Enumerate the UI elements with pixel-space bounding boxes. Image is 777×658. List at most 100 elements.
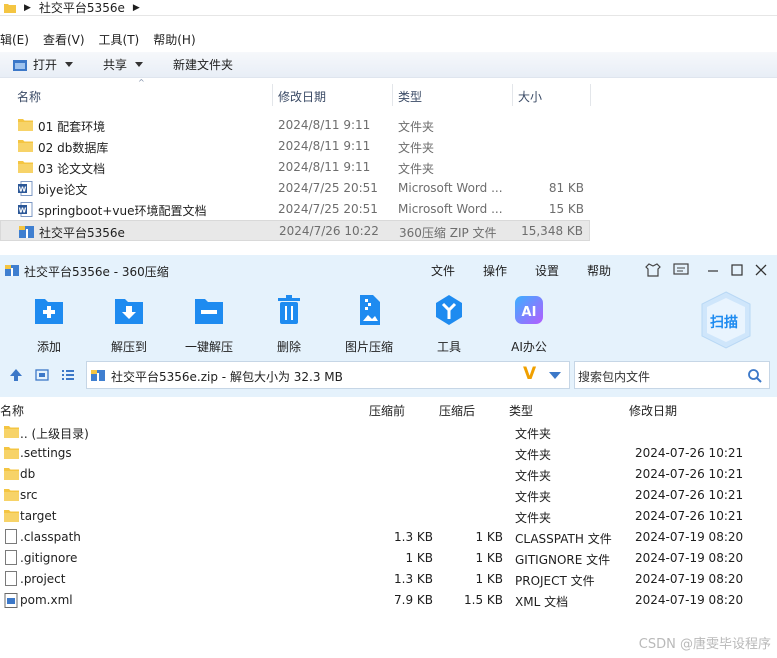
share-label: 共享 [103, 58, 128, 72]
open-label: 打开 [33, 58, 58, 72]
column-after[interactable]: 压缩后 [439, 402, 475, 419]
row-type: Microsoft Word ... [398, 202, 503, 216]
minimize-icon[interactable] [706, 263, 720, 277]
up-arrow-icon[interactable] [9, 368, 23, 382]
image-compress-label: 图片压缩 [344, 340, 393, 354]
column-type[interactable]: 类型 [509, 402, 533, 419]
folder-icon [4, 425, 19, 438]
image-compress-button[interactable]: 图片压缩 [334, 293, 404, 354]
feedback-icon[interactable] [673, 263, 689, 277]
archive-row-type: 文件夹 [515, 448, 552, 462]
archive-row-type: 文件夹 [515, 490, 552, 504]
archive-row-name: db [20, 467, 36, 481]
menu-settings[interactable]: 设置 [535, 262, 559, 279]
explorer-row[interactable]: 社交平台5356e 2024/7/26 10:22 360压缩 ZIP 文件 15,3… [0, 220, 590, 241]
address-bar[interactable]: ▶ 社交平台5356e ▶ [0, 0, 777, 16]
menu-view[interactable]: 查看(V) [43, 31, 85, 48]
new-folder-button[interactable]: 新建文件夹 [173, 56, 233, 73]
path-field[interactable]: 社交平台5356e.zip - 解包大小为 32.3 MB V [86, 361, 570, 389]
add-icon [35, 299, 63, 324]
tools-button[interactable]: 工具 [414, 293, 484, 354]
row-type: 文件夹 [398, 120, 435, 134]
explorer-row[interactable]: 01 配套环境 2024/8/11 9:11 文件夹 [0, 115, 590, 136]
column-size[interactable]: 大小 [518, 88, 542, 105]
path-text: 社交平台5356e.zip - 解包大小为 32.3 MB [111, 370, 343, 384]
scan-button[interactable]: 扫描 [698, 290, 754, 350]
archive-row-before: 1.3 KB [394, 572, 433, 586]
row-type: 文件夹 [398, 162, 435, 176]
explorer-row[interactable]: 03 论文文档 2024/8/11 9:11 文件夹 [0, 157, 590, 178]
menu-bar: 辑(E) 查看(V) 工具(T) 帮助(H) [0, 28, 210, 50]
column-before[interactable]: 压缩前 [369, 402, 405, 419]
breadcrumb[interactable]: 社交平台5356e [39, 0, 125, 16]
menu-tools[interactable]: 工具(T) [99, 31, 140, 48]
explorer-row[interactable]: Wspringboot+vue环境配置文档 2024/7/25 20:51 Micr… [0, 199, 590, 220]
chevron-down-icon [135, 62, 144, 67]
archive-row-name: .. (上级目录) [20, 427, 89, 441]
archive-row-type: PROJECT 文件 [515, 574, 595, 588]
file-icon [5, 571, 17, 586]
menu-help[interactable]: 帮助(H) [153, 31, 195, 48]
archive-row[interactable]: target 文件夹 2024-07-26 10:21 [0, 506, 777, 527]
archive-row-type: 文件夹 [515, 469, 552, 483]
menu-edit[interactable]: 辑(E) [0, 31, 29, 48]
archive-row-date: 2024-07-26 10:21 [635, 467, 744, 481]
add-label: 添加 [36, 340, 61, 354]
archive-row-name: .project [20, 572, 66, 586]
ai-office-button[interactable]: AI AI办公 [494, 293, 564, 354]
folder-icon [4, 467, 19, 480]
path-bar: 社交平台5356e.zip - 解包大小为 32.3 MB V 搜索包内文件 [0, 355, 777, 397]
zip-archive-icon [91, 370, 105, 381]
delete-button[interactable]: 删除 [254, 293, 324, 354]
close-icon[interactable] [754, 263, 768, 277]
archive-row[interactable]: pom.xml 7.9 KB 1.5 KB XML 文档 2024-07-19 08:2… [0, 590, 777, 611]
column-header: 名称 ^ 修改日期 类型 大小 [0, 78, 777, 106]
archive-row[interactable]: .classpath 1.3 KB 1 KB CLASSPATH 文件 2024-07-… [0, 527, 777, 548]
explorer-row[interactable]: 02 db数据库 2024/8/11 9:11 文件夹 [0, 136, 590, 157]
menu-file[interactable]: 文件 [431, 262, 455, 279]
row-type: Microsoft Word ... [398, 181, 503, 195]
share-button[interactable]: 共享 [103, 56, 144, 73]
open-button[interactable]: 打开 [12, 56, 74, 73]
extract-to-button[interactable]: 解压到 [94, 293, 164, 354]
menu-operate[interactable]: 操作 [483, 262, 507, 279]
thumbnail-view-icon[interactable] [35, 368, 49, 382]
archive-row[interactable]: .gitignore 1 KB 1 KB GITIGNORE 文件 2024-07-19… [0, 548, 777, 569]
archive-row[interactable]: .. (上级目录) 文件夹 [0, 422, 777, 443]
row-name: 社交平台5356e [39, 226, 125, 240]
search-input[interactable]: 搜索包内文件 [574, 361, 770, 389]
zip-archive-icon [5, 265, 19, 276]
archive-row-name: pom.xml [20, 593, 73, 607]
column-name[interactable]: 名称 [0, 402, 24, 419]
column-name[interactable]: 名称 [17, 88, 41, 105]
list-view-icon[interactable] [61, 368, 75, 382]
folder-icon [4, 446, 19, 459]
column-type[interactable]: 类型 [398, 88, 422, 105]
svg-text:W: W [19, 207, 27, 215]
archive-row[interactable]: db 文件夹 2024-07-26 10:21 [0, 464, 777, 485]
maximize-icon[interactable] [730, 263, 744, 277]
menu-help[interactable]: 帮助 [587, 262, 611, 279]
archive-row-type: GITIGNORE 文件 [515, 553, 611, 567]
v-badge-icon[interactable]: V [523, 364, 536, 384]
archive-row[interactable]: .project 1.3 KB 1 KB PROJECT 文件 2024-07-19 0… [0, 569, 777, 590]
folder-icon [18, 139, 33, 152]
add-button[interactable]: 添加 [14, 293, 84, 354]
archive-row[interactable]: src 文件夹 2024-07-26 10:21 [0, 485, 777, 506]
explorer-row[interactable]: Wbiye论文 2024/7/25 20:51 Microsoft Word ...… [0, 178, 590, 199]
column-modified[interactable]: 修改日期 [278, 88, 326, 105]
folder-icon [18, 118, 33, 131]
row-date: 2024/7/25 20:51 [278, 202, 378, 216]
row-name: 02 db数据库 [38, 141, 109, 155]
skin-shirt-icon[interactable] [645, 263, 661, 277]
archive-row[interactable]: .settings 文件夹 2024-07-26 10:21 [0, 443, 777, 464]
archive-row-type: 文件夹 [515, 511, 552, 525]
archive-row-name: target [20, 509, 57, 523]
xml-file-icon [4, 593, 18, 608]
new-folder-label: 新建文件夹 [173, 58, 234, 72]
one-click-extract-button[interactable]: 一键解压 [174, 293, 244, 354]
column-modified[interactable]: 修改日期 [629, 402, 677, 419]
search-icon[interactable] [747, 368, 763, 384]
chevron-down-icon [65, 62, 74, 67]
chevron-down-icon[interactable] [549, 372, 561, 379]
